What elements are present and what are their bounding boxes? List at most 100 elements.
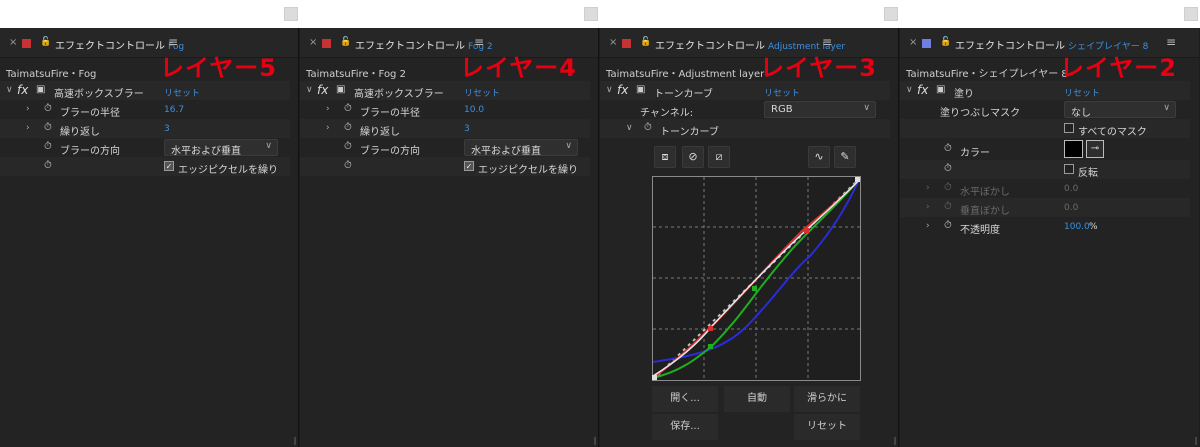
direction-dropdown[interactable]: 水平および垂直 ∨ — [464, 139, 578, 157]
scrollbar[interactable] — [894, 437, 896, 445]
property-row-all-masks: すべてのマスク — [900, 119, 1190, 138]
stopwatch-icon[interactable]: ⏱ — [944, 143, 952, 154]
auto-button[interactable]: 自動 — [724, 386, 790, 412]
window-top-bar — [0, 0, 1200, 28]
curve-size-small-icon[interactable]: ⧈ — [654, 146, 676, 168]
close-icon[interactable]: × — [309, 37, 317, 48]
reset-button[interactable]: リセット — [794, 414, 860, 440]
window-control-button[interactable] — [584, 7, 598, 21]
stopwatch-icon[interactable]: ⏱ — [344, 141, 352, 152]
checkbox-label: エッジピクセルを繰り — [478, 165, 578, 176]
fx-icon[interactable]: fx — [317, 83, 328, 97]
effect-row[interactable]: ∨ fx ▣ トーンカーブ リセット — [600, 81, 890, 100]
property-row-edge: ⏱ ✓ エッジピクセルを繰り — [300, 157, 590, 176]
lock-icon[interactable]: 🔓 — [940, 37, 951, 47]
all-masks-checkbox[interactable] — [1064, 123, 1074, 133]
edge-pixels-checkbox[interactable]: ✓ — [164, 161, 174, 171]
chevron-right-icon[interactable]: › — [926, 202, 930, 212]
close-icon[interactable]: × — [9, 37, 17, 48]
reset-link[interactable]: リセット — [764, 86, 800, 99]
stopwatch-icon[interactable]: ⏱ — [44, 141, 52, 152]
dropdown-value: なし — [1071, 108, 1091, 119]
window-control-button[interactable] — [884, 7, 898, 21]
chevron-down-icon[interactable]: ∨ — [906, 85, 913, 95]
window-control-button[interactable] — [284, 7, 298, 21]
effect-row[interactable]: ∨ fx ▣ 高速ボックスブラー リセット — [300, 81, 590, 100]
menu-icon[interactable]: ≡ — [822, 35, 832, 49]
checkbox-label: 反転 — [1078, 168, 1098, 179]
property-row-opacity: › ⏱ 不透明度 100.0 % — [900, 217, 1190, 236]
property-value[interactable]: 3 — [464, 124, 470, 134]
eyedropper-icon[interactable]: ⊸ — [1086, 140, 1104, 158]
fx-icon[interactable]: fx — [17, 83, 28, 97]
stopwatch-icon[interactable]: ⏱ — [44, 103, 52, 114]
effect-preset-icon: ▣ — [36, 84, 46, 95]
effect-row[interactable]: ∨ fx ▣ 高速ボックスブラー リセット — [0, 81, 290, 100]
open-button[interactable]: 開く... — [652, 386, 718, 412]
chevron-down-icon[interactable]: ∨ — [306, 85, 313, 95]
chevron-down-icon[interactable]: ∨ — [606, 85, 613, 95]
fx-icon[interactable]: fx — [917, 83, 928, 97]
stopwatch-icon[interactable]: ⏱ — [944, 163, 952, 174]
layer-subtitle: TaimatsuFire・シェイプレイヤー 8 — [906, 69, 1068, 80]
chevron-right-icon[interactable]: › — [26, 104, 30, 114]
chevron-right-icon[interactable]: › — [326, 104, 330, 114]
stopwatch-icon[interactable]: ⏱ — [44, 122, 52, 133]
stopwatch-icon[interactable]: ⏱ — [44, 160, 52, 171]
smooth-button[interactable]: 滑らかに — [794, 386, 860, 412]
fx-icon[interactable]: fx — [617, 83, 628, 97]
lock-icon[interactable]: 🔓 — [640, 37, 651, 47]
reset-link[interactable]: リセット — [464, 86, 500, 99]
invert-checkbox[interactable] — [1064, 164, 1074, 174]
effect-controls-panel-fog2: × 🔓 エフェクトコントロール Fog 2 ≡ TaimatsuFire・Fog … — [300, 28, 599, 447]
bezier-curve-tool-icon[interactable]: ∿ — [808, 146, 830, 168]
stopwatch-icon[interactable]: ⏱ — [344, 160, 352, 171]
direction-dropdown[interactable]: 水平および垂直 ∨ — [164, 139, 278, 157]
stopwatch-icon[interactable]: ⏱ — [344, 122, 352, 133]
effect-name: 塗り — [954, 89, 974, 100]
reset-link[interactable]: リセット — [1064, 86, 1100, 99]
chevron-down-icon[interactable]: ∨ — [6, 85, 13, 95]
chevron-right-icon[interactable]: › — [926, 221, 930, 231]
fill-mask-dropdown[interactable]: なし ∨ — [1064, 101, 1176, 119]
close-icon[interactable]: × — [909, 37, 917, 48]
lock-icon[interactable]: 🔓 — [40, 37, 51, 47]
reset-link[interactable]: リセット — [164, 86, 200, 99]
stopwatch-icon[interactable]: ⏱ — [944, 201, 952, 212]
property-value[interactable]: 3 — [164, 124, 170, 134]
chevron-right-icon[interactable]: › — [26, 123, 30, 133]
chevron-right-icon[interactable]: › — [326, 123, 330, 133]
stopwatch-icon[interactable]: ⏱ — [944, 220, 952, 231]
effect-row[interactable]: ∨ fx ▣ 塗り リセット — [900, 81, 1190, 100]
property-row-color: ⏱ カラー ⊸ — [900, 138, 1190, 160]
property-row-invert: ⏱ 反転 — [900, 160, 1190, 179]
curve-size-medium-icon[interactable]: ⊘ — [682, 146, 704, 168]
chevron-down-icon[interactable]: ∨ — [626, 123, 633, 133]
scrollbar[interactable] — [1195, 437, 1197, 445]
curve-size-large-icon[interactable]: ⧄ — [708, 146, 730, 168]
color-swatch[interactable] — [1064, 140, 1083, 158]
lock-icon[interactable]: 🔓 — [340, 37, 351, 47]
menu-icon[interactable]: ≡ — [1166, 35, 1176, 49]
layer-subtitle: TaimatsuFire・Adjustment layer — [606, 69, 765, 80]
close-icon[interactable]: × — [609, 37, 617, 48]
menu-icon[interactable]: ≡ — [168, 35, 178, 49]
stopwatch-icon[interactable]: ⏱ — [344, 103, 352, 114]
save-button[interactable]: 保存... — [652, 414, 718, 440]
edge-pixels-checkbox[interactable]: ✓ — [464, 161, 474, 171]
menu-icon[interactable]: ≡ — [474, 35, 484, 49]
window-control-button[interactable] — [1184, 7, 1198, 21]
scrollbar[interactable] — [294, 437, 296, 445]
stopwatch-icon[interactable]: ⏱ — [644, 122, 652, 133]
scrollbar[interactable] — [594, 437, 596, 445]
pencil-tool-icon[interactable]: ✎ — [834, 146, 856, 168]
layer-subtitle: TaimatsuFire・Fog 2 — [306, 69, 406, 80]
channel-dropdown[interactable]: RGB ∨ — [764, 101, 876, 118]
property-value[interactable]: 16.7 — [164, 105, 184, 115]
tone-curve-graph[interactable] — [652, 176, 862, 382]
property-value[interactable]: 10.0 — [464, 105, 484, 115]
property-label: 繰り返し — [360, 127, 400, 138]
stopwatch-icon[interactable]: ⏱ — [944, 182, 952, 193]
property-value[interactable]: 100.0 — [1064, 222, 1090, 232]
chevron-right-icon[interactable]: › — [926, 183, 930, 193]
